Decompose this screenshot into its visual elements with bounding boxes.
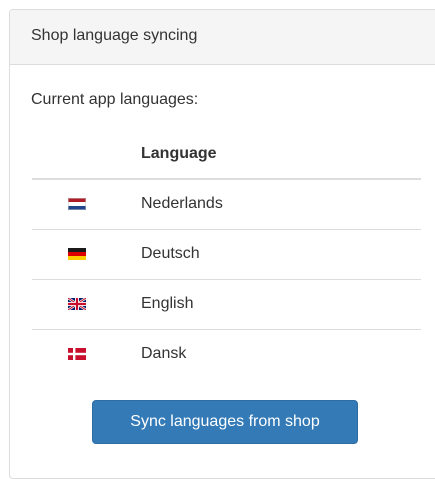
language-column-header: Language	[141, 130, 421, 180]
language-name: Deutsch	[141, 229, 421, 280]
language-name: Dansk	[141, 345, 187, 363]
language-sync-panel: Shop language syncing Current app langua…	[9, 9, 435, 479]
germany-flag-icon	[68, 248, 86, 260]
sync-languages-button[interactable]: Sync languages from shop	[92, 400, 358, 444]
language-name: Nederlands	[141, 179, 421, 230]
netherlands-flag-icon	[68, 198, 86, 211]
languages-table: Language Nederlands Deutsch English Dans…	[32, 130, 421, 379]
denmark-flag-icon	[68, 348, 86, 361]
table-row: Dansk	[32, 329, 421, 379]
table-row: English	[32, 279, 421, 330]
table-header-row: Language	[32, 130, 421, 180]
panel-title: Shop language syncing	[31, 27, 198, 44]
intro-text: Current app languages:	[31, 91, 199, 108]
flag-column-header	[32, 130, 141, 180]
table-row: Nederlands	[32, 179, 421, 230]
uk-flag-icon	[68, 298, 86, 310]
table-row: Deutsch	[32, 229, 421, 280]
panel-heading: Shop language syncing	[10, 10, 435, 65]
language-name: English	[141, 279, 421, 330]
